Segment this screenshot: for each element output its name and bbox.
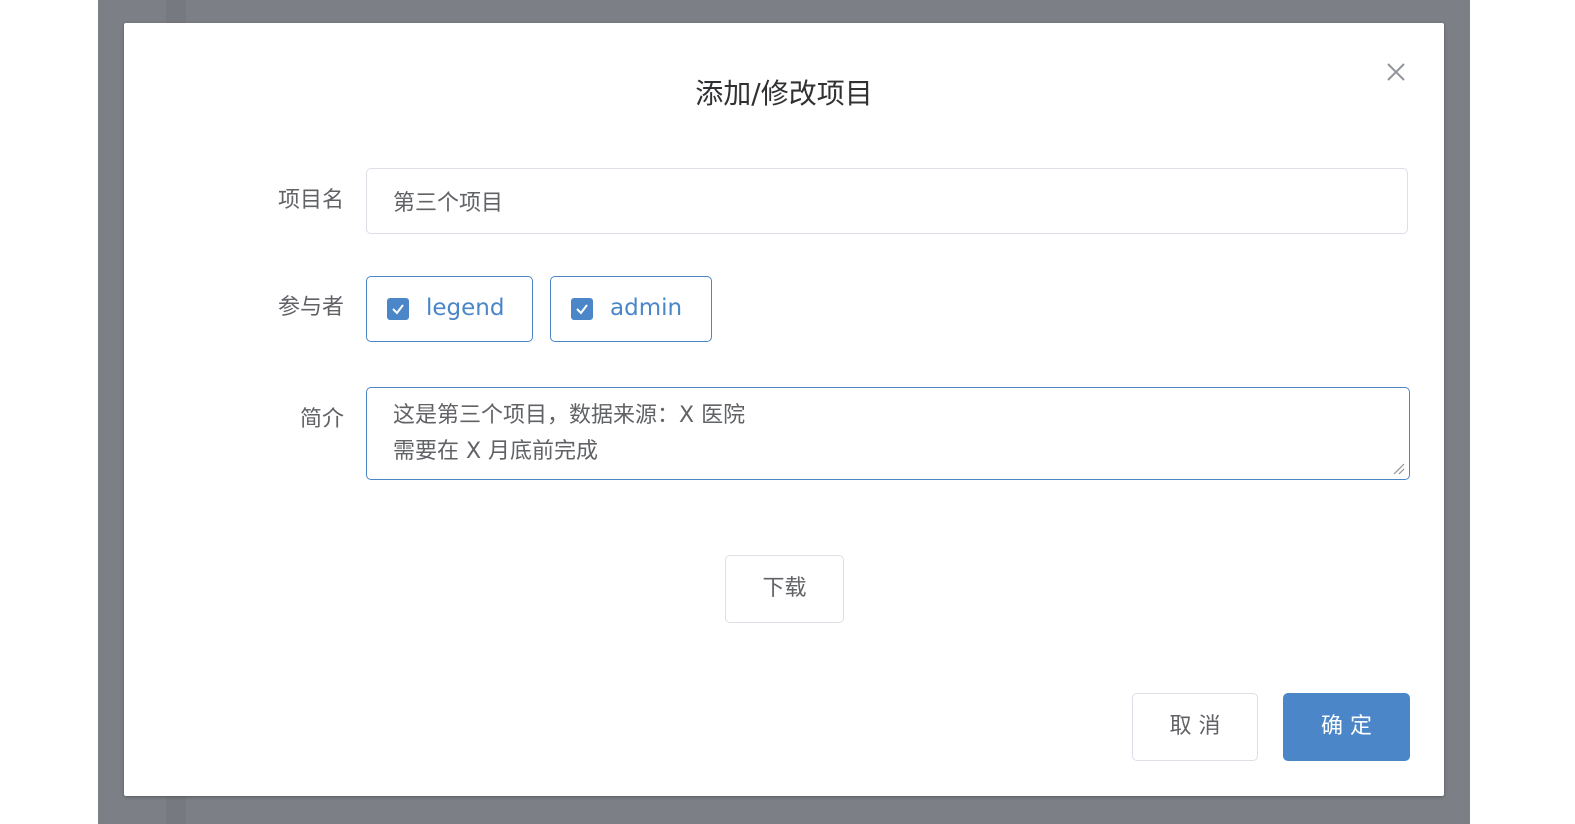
project-name-input[interactable] (367, 169, 1407, 233)
confirm-button[interactable]: 确 定 (1283, 693, 1410, 761)
participant-label-legend: legend (426, 295, 505, 321)
participant-checkbox-legend[interactable]: legend (366, 276, 533, 342)
project-name-label: 项目名 (277, 188, 344, 213)
project-name-field[interactable] (366, 168, 1408, 234)
participants-label: 参与者 (277, 295, 344, 320)
participant-label-admin: admin (610, 295, 683, 321)
description-field[interactable] (366, 387, 1410, 480)
resize-handle-icon[interactable] (1391, 461, 1405, 475)
description-textarea[interactable] (367, 388, 1409, 479)
participant-checkbox-admin[interactable]: admin (550, 276, 712, 342)
add-edit-project-dialog: 添加/修改项目 项目名 参与者 legend admin 简介 (124, 23, 1444, 796)
checkbox-checked-icon (387, 298, 409, 320)
cancel-button[interactable]: 取 消 (1132, 693, 1258, 761)
dialog-title: 添加/修改项目 (695, 77, 873, 110)
close-icon[interactable] (1383, 59, 1409, 85)
description-label: 简介 (299, 407, 344, 432)
download-button[interactable]: 下载 (725, 555, 844, 623)
checkbox-checked-icon (571, 298, 593, 320)
